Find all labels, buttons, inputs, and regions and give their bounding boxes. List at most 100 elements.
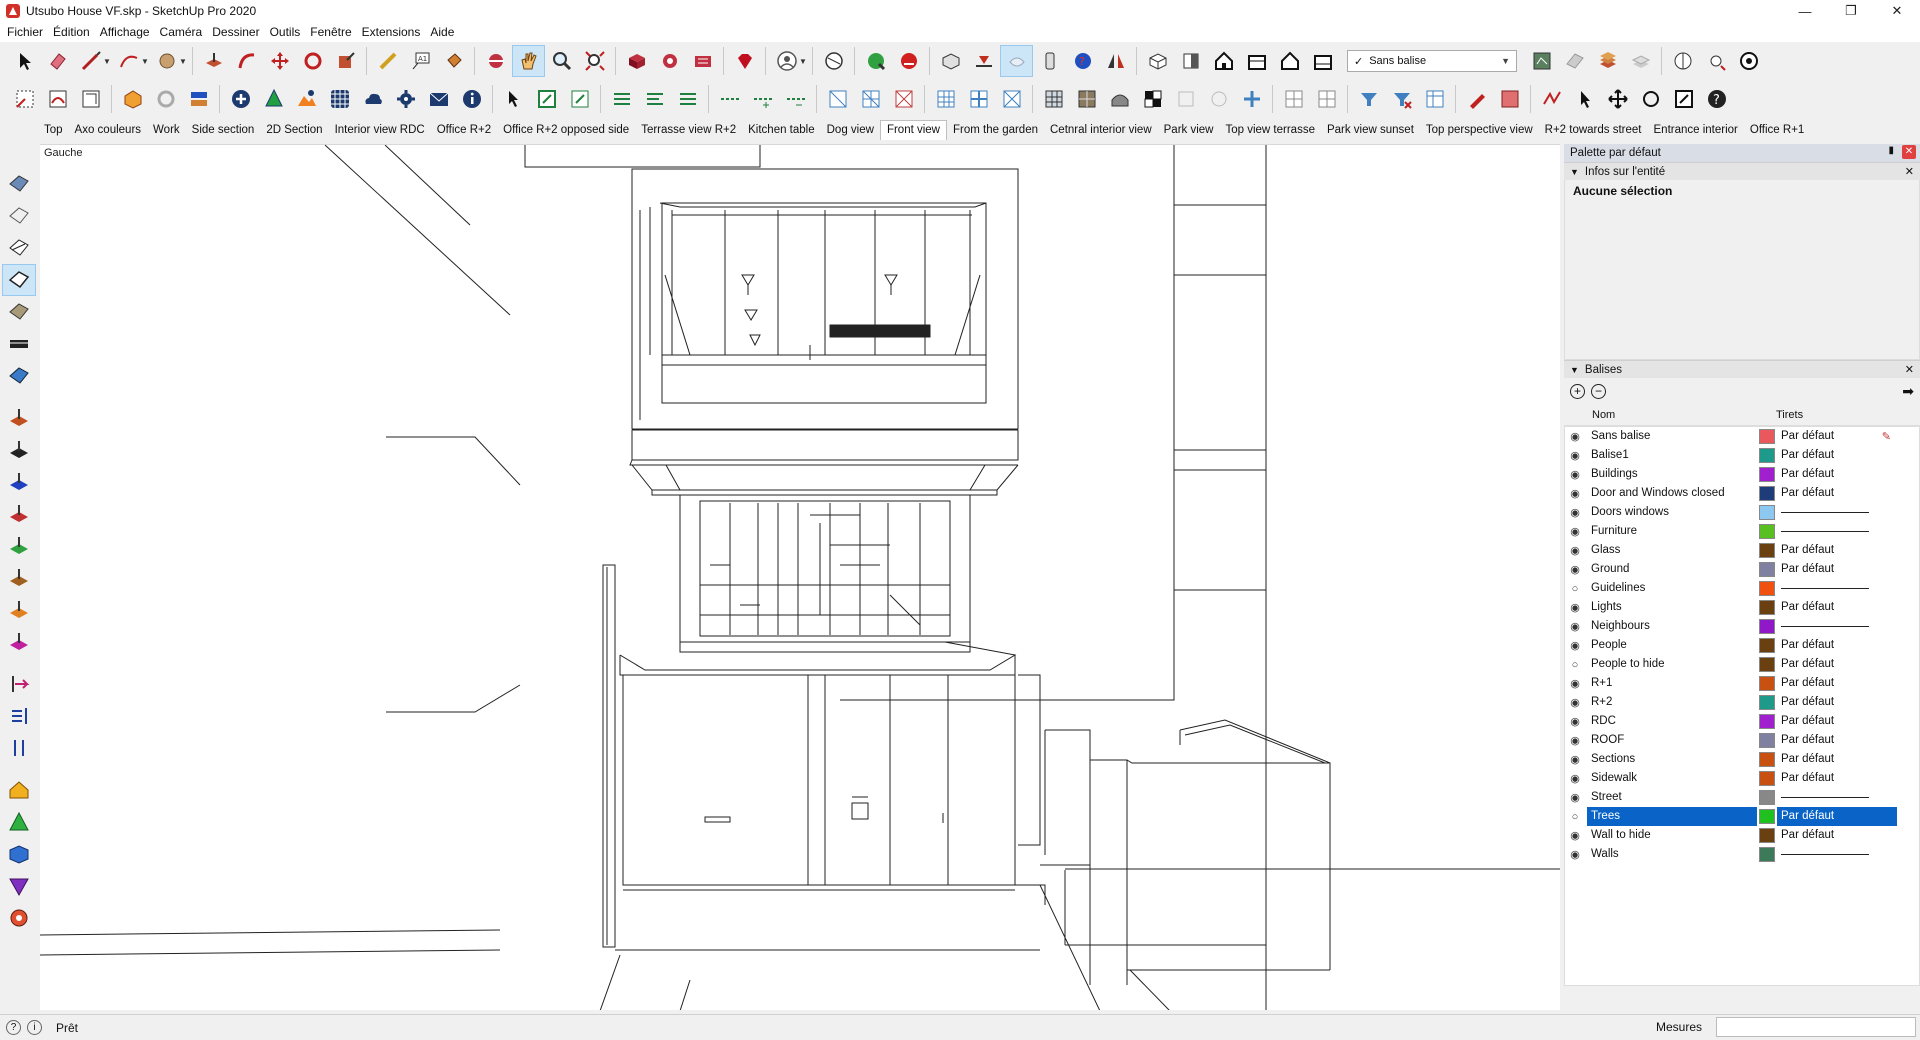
tag-dash[interactable]: Par défaut [1777,655,1897,674]
paint-bucket-tool-button[interactable] [437,45,470,77]
menu-help[interactable]: Aide [425,22,459,42]
follow-me-tool-button[interactable] [230,45,263,77]
move-cross-button[interactable] [1601,83,1634,115]
iso-view-button[interactable] [1141,45,1174,77]
close-icon[interactable]: ✕ [1905,165,1914,178]
polyline-button[interactable] [1535,83,1568,115]
scene-tab[interactable]: Park view [1158,121,1220,140]
xray-button[interactable] [1000,45,1033,77]
profile-builder-button[interactable]: ? [1066,45,1099,77]
tag-color-swatch[interactable] [1759,505,1775,520]
eye-icon[interactable]: ◉ [1565,677,1585,690]
tag-row[interactable]: ◉ RDC Par défaut [1565,712,1919,731]
info-button[interactable] [455,83,488,115]
minimize-icon[interactable]: — [1782,0,1828,22]
scene-tab[interactable]: Dog view [821,121,880,140]
scene-tab[interactable]: Top perspective view [1420,121,1539,140]
scene-tab[interactable]: R+2 towards street [1539,121,1648,140]
tag-row[interactable]: ◉ R+1 Par défaut [1565,674,1919,693]
tag-color-swatch[interactable] [1759,752,1775,767]
dash-add-button[interactable] [746,83,779,115]
scene-tab[interactable]: Side section [186,121,261,140]
tag-name[interactable]: Sections [1587,750,1757,769]
face-style-icon[interactable] [2,168,36,200]
mirror-button[interactable] [1099,45,1132,77]
tag-dash[interactable]: Par défaut ✎ [1777,427,1897,446]
pan-tool-button[interactable] [512,45,545,77]
eye-icon[interactable]: ◉ [1565,848,1585,861]
tag-name[interactable]: RDC [1587,712,1757,731]
tag-color-swatch[interactable] [1759,847,1775,862]
tag-row[interactable]: ◉ Doors windows [1565,503,1919,522]
wireframe-icon[interactable] [2,200,36,232]
checker-button[interactable] [1136,83,1169,115]
list-arrow-icon[interactable] [2,700,36,732]
tag-color-swatch[interactable] [1759,486,1775,501]
tag-color-swatch[interactable] [1759,809,1775,824]
tag-dash[interactable]: Par défaut [1777,693,1897,712]
tag-name[interactable]: Lights [1587,598,1757,617]
tag-dash[interactable]: Par défaut [1777,750,1897,769]
tag-row[interactable]: ◉ Wall to hide Par défaut [1565,826,1919,845]
tag-color-swatch[interactable] [1759,790,1775,805]
align-remove-button[interactable] [671,83,704,115]
close-icon[interactable]: ✕ [1902,145,1916,159]
cloud-upload-button[interactable] [356,83,389,115]
name-column-header[interactable]: Nom [1564,409,1754,421]
scene-tab[interactable]: Park view sunset [1321,121,1420,140]
flow-button[interactable] [1235,83,1268,115]
shape-tool-button[interactable] [150,45,183,77]
tag-color-swatch[interactable] [1759,543,1775,558]
tag-dash[interactable] [1777,617,1897,636]
split-arrow-icon[interactable] [2,732,36,764]
eye-icon[interactable]: ◉ [1565,753,1585,766]
info-icon[interactable]: i [27,1020,42,1035]
scene-tab[interactable]: Kitchen table [742,121,821,140]
menu-extensions[interactable]: Extensions [357,22,426,42]
scene-tab[interactable]: Office R+2 opposed side [497,121,635,140]
ruby-console-button[interactable] [728,45,761,77]
tag-name[interactable]: Trees [1587,807,1757,826]
tag-color-swatch[interactable] [1759,600,1775,615]
measures-input[interactable] [1716,1017,1916,1037]
tag-name[interactable]: People [1587,636,1757,655]
menu-camera[interactable]: Caméra [155,22,208,42]
tag-color-swatch[interactable] [1759,714,1775,729]
tag-color-swatch[interactable] [1759,676,1775,691]
tag-name[interactable]: Guidelines [1587,579,1757,598]
left-view-button[interactable] [1306,45,1339,77]
rotate-cycle-button[interactable] [1634,83,1667,115]
tag-color-swatch[interactable] [1759,828,1775,843]
scene-tab[interactable]: Top view terrasse [1219,121,1320,140]
add-circle-button[interactable] [224,83,257,115]
tag-name[interactable]: ROOF [1587,731,1757,750]
front-view-button[interactable] [1207,45,1240,77]
menu-tools[interactable]: Outils [265,22,306,42]
fog-button[interactable] [1033,45,1066,77]
eye-icon[interactable]: ◉ [1565,449,1585,462]
eye-icon[interactable]: ◉ [1565,696,1585,709]
scale-up-button[interactable] [530,83,563,115]
push-pull-f-icon[interactable] [2,626,36,658]
entity-info-header[interactable]: ▼ Infos sur l'entité ✕ [1564,162,1920,180]
filter-remove-button[interactable] [1385,83,1418,115]
section-fill-button[interactable] [1732,45,1765,77]
text-tool-button[interactable]: A1 [404,45,437,77]
tag-dash[interactable] [1777,845,1897,864]
tag-color-swatch[interactable] [1759,581,1775,596]
scene-tab[interactable]: Axo couleurs [69,121,147,140]
tag-name[interactable]: Balise1 [1587,446,1757,465]
tag-dash[interactable]: Par défaut [1777,541,1897,560]
eye-icon[interactable]: ◉ [1565,525,1585,538]
tag-dash[interactable]: Par défaut [1777,560,1897,579]
pointer-button[interactable] [1568,83,1601,115]
tag-row[interactable]: ◉ Neighbours [1565,617,1919,636]
extension-warehouse-button[interactable] [686,45,719,77]
menu-view[interactable]: Affichage [95,22,155,42]
push-pull-v-icon[interactable] [2,530,36,562]
tag-row[interactable]: ◉ Balise1 Par défaut [1565,446,1919,465]
close-icon[interactable]: ✕ [1905,363,1914,376]
add-location-button[interactable] [859,45,892,77]
tag-row[interactable]: ◉ Door and Windows closed Par défaut [1565,484,1919,503]
tag-name[interactable]: Wall to hide [1587,826,1757,845]
